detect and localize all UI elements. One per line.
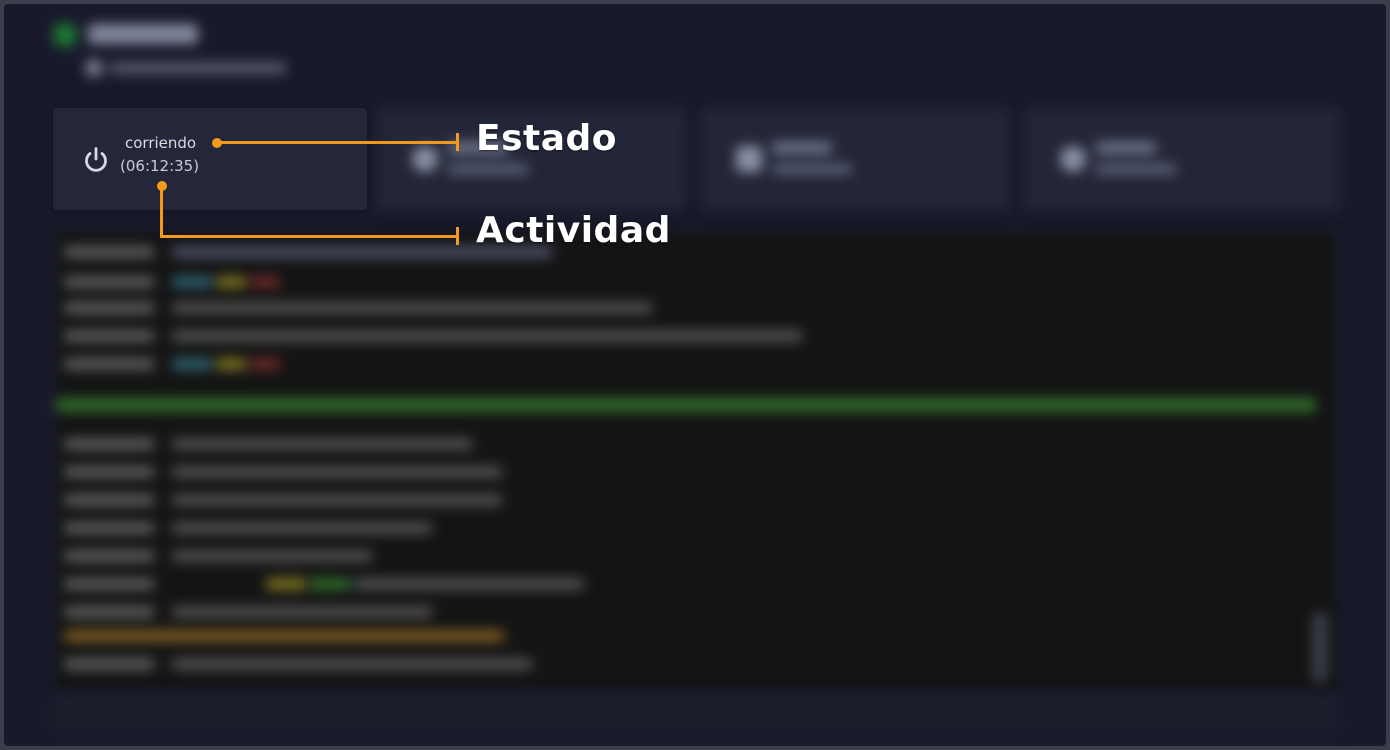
console-output[interactable]: [56, 232, 1336, 690]
app-window: [4, 4, 1386, 746]
server-uptime-text: (06:12:35): [120, 157, 200, 175]
command-input-bar[interactable]: [50, 694, 1340, 734]
power-icon[interactable]: [81, 145, 111, 175]
actividad-annotation-tick: [456, 227, 459, 245]
card-value-placeholder: [1096, 164, 1176, 174]
card-icon: [412, 146, 438, 172]
actividad-annotation-vline: [160, 186, 163, 238]
card-value-placeholder: [772, 164, 852, 174]
server-title-placeholder: [88, 24, 198, 44]
server-status-card: [53, 108, 367, 210]
estado-annotation-tick: [456, 133, 459, 151]
info-card-memory: [700, 108, 1010, 210]
estado-annotation-line: [217, 141, 459, 144]
info-card-network: [1024, 108, 1340, 210]
actividad-annotation-label: Actividad: [476, 210, 671, 251]
card-label-placeholder: [772, 142, 832, 154]
estado-annotation-label: Estado: [476, 118, 618, 159]
card-label-placeholder: [1096, 142, 1156, 154]
card-icon: [1060, 146, 1086, 172]
address-icon: [86, 60, 102, 76]
server-logo-icon: [54, 24, 76, 46]
server-address-placeholder: [110, 62, 286, 74]
console-scrollbar[interactable]: [1312, 612, 1328, 682]
app-header: [48, 20, 448, 90]
card-value-placeholder: [448, 164, 528, 174]
actividad-annotation-hline: [160, 235, 459, 238]
card-icon: [736, 146, 762, 172]
server-state-text: corriendo: [125, 134, 197, 152]
